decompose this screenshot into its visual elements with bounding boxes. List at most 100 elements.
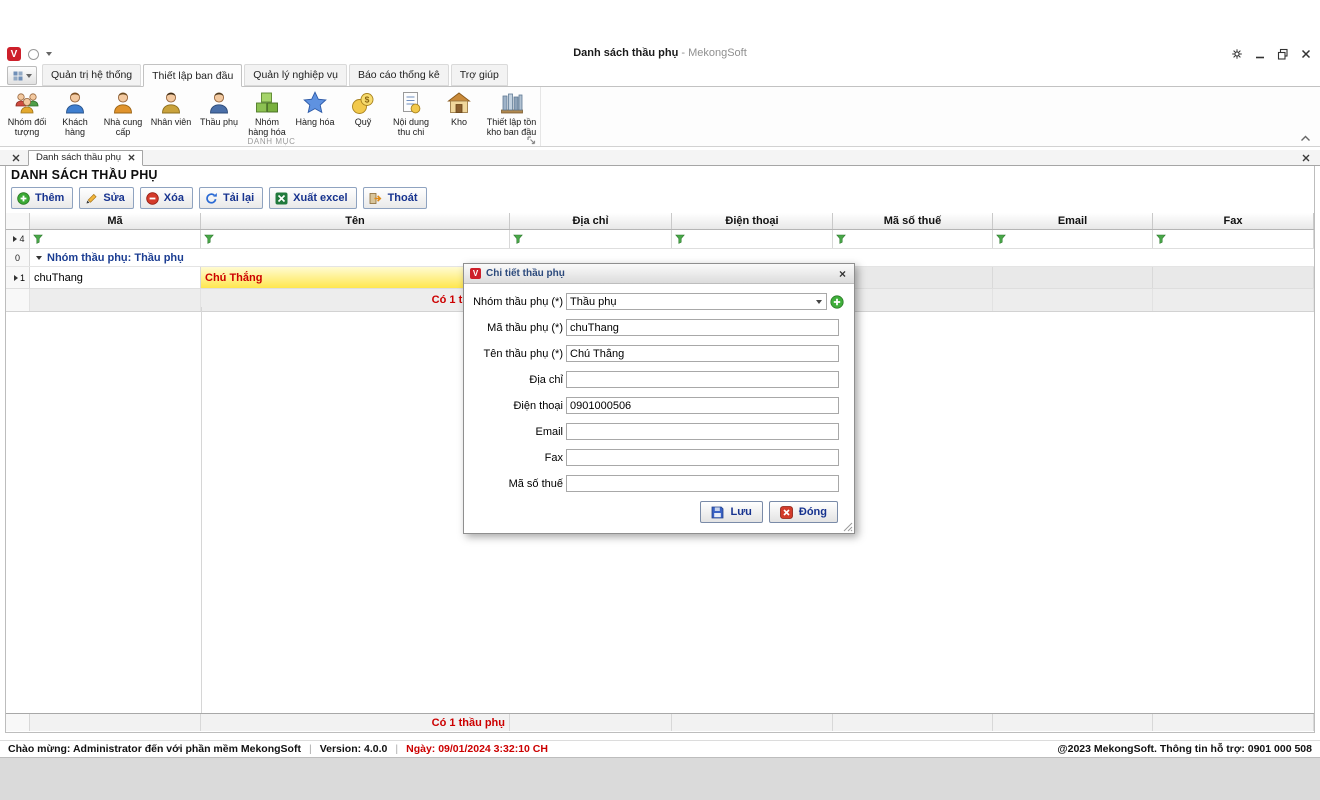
close-document-icon[interactable] [1302,154,1310,162]
filter-cell-ma-so-thue[interactable] [833,230,993,248]
cell-ma[interactable]: chuThang [30,267,201,288]
edit-button[interactable]: Sửa [79,187,133,209]
close-icon[interactable] [1299,47,1313,61]
fax-input[interactable] [566,449,839,466]
grid-footer-row: Có 1 thầu phụ [6,713,1314,731]
ribbon-item-funds[interactable]: $ Quỹ [339,89,387,128]
ribbon-item-subcontractors[interactable]: Thầu phụ [195,89,243,128]
save-button[interactable]: Lưu [700,501,762,523]
ribbon-collapse-icon[interactable] [1300,135,1311,142]
quick-access-caret-icon[interactable] [46,52,52,56]
income-expense-icon [398,90,424,116]
ribbon-item-product-groups[interactable]: Nhóm hàng hóa [243,89,291,138]
ribbon-group-danh-muc: Nhóm đối tượng Khách hàng Nhà cung cấp [3,87,541,146]
cell-ma-so-thue[interactable] [833,267,993,288]
filter-cell-ma[interactable] [30,230,201,248]
window-title-suffix: - MekongSoft [678,47,746,59]
product-groups-icon [254,90,280,116]
add-button[interactable]: Thêm [11,187,73,209]
filter-icon [836,234,846,244]
name-input[interactable] [566,345,839,362]
filter-cell-dien-thoai[interactable] [672,230,833,248]
column-header-fax[interactable]: Fax [1153,213,1314,229]
column-header-dien-thoai[interactable]: Điện thoại [672,213,833,229]
add-button-label: Thêm [35,192,64,204]
ribbon-tab-system-admin[interactable]: Quản trị hệ thống [42,64,141,86]
page-title: DANH SÁCH THẦU PHỤ [11,168,158,182]
initial-stock-icon [499,90,525,116]
app-logo[interactable]: V [7,47,21,61]
group-dialog-launcher-icon[interactable] [527,136,536,145]
restore-icon[interactable] [1276,47,1290,61]
status-copyright: @2023 MekongSoft. Thông tin hỗ trợ: 0901… [1057,743,1320,755]
tax-code-input[interactable] [566,475,839,492]
column-header-ten[interactable]: Tên [201,213,510,229]
export-excel-button[interactable]: Xuất excel [269,187,356,209]
ribbon-item-income-expense[interactable]: Nội dung thu chi [387,89,435,138]
document-tab-label: Danh sách thầu phụ [36,152,121,163]
customize-icon[interactable] [1230,47,1244,61]
column-header-dia-chi[interactable]: Địa chỉ [510,213,672,229]
address-input[interactable] [566,371,839,388]
column-header-ma-so-thue[interactable]: Mã số thuế [833,213,993,229]
footer-dien-thoai [672,714,833,731]
app-menu-button[interactable] [7,66,37,85]
column-header-email[interactable]: Email [993,213,1153,229]
combo-caret-icon[interactable] [816,300,822,304]
ribbon-item-employees[interactable]: Nhân viên [147,89,195,128]
dialog-close-button[interactable]: Đóng [769,501,838,523]
edit-button-label: Sửa [103,192,124,204]
minimize-icon[interactable] [1253,47,1267,61]
exit-button[interactable]: Thoát [363,187,427,209]
ribbon-item-goods[interactable]: Hàng hóa [291,89,339,128]
quick-access-toggle[interactable] [28,49,39,60]
save-button-label: Lưu [730,506,751,518]
group-combo[interactable]: Thầu phụ [566,293,827,310]
dialog-titlebar[interactable]: V Chi tiết thầu phụ × [464,264,854,284]
group-row-indicator: 0 [6,249,30,266]
ribbon-tab-reports[interactable]: Báo cáo thống kê [349,64,449,86]
filter-cell-fax[interactable] [1153,230,1314,248]
window-controls [1230,47,1313,61]
filter-icon [513,234,523,244]
ribbon-item-label: Nhà cung cấp [102,117,144,137]
dialog-close-button-label: Đóng [799,506,827,518]
add-group-icon[interactable] [830,295,844,309]
ribbon-tab-initial-setup[interactable]: Thiết lập ban đầu [143,64,242,87]
filter-cell-email[interactable] [993,230,1153,248]
ribbon-item-label: Khách hàng [54,117,96,137]
ribbon-item-label: Thiết lập tồn kho ban đầu [486,117,537,137]
quick-access-toolbar: V [7,47,52,61]
tab-close-icon[interactable] [128,154,135,161]
column-header-ma[interactable]: Mã [30,213,201,229]
name-field-label: Tên thầu phụ (*) [464,348,563,360]
phone-input[interactable] [566,397,839,414]
dialog-logo: V [470,268,481,279]
ribbon-item-customers[interactable]: Khách hàng [51,89,99,138]
close-all-tabs-icon[interactable] [12,154,20,162]
resize-grip[interactable] [843,522,853,532]
ribbon-item-initial-stock[interactable]: Thiết lập tồn kho ban đầu [483,89,540,138]
reload-button[interactable]: Tải lại [199,187,263,209]
document-tab-subcontractors[interactable]: Danh sách thầu phụ [28,150,143,166]
fax-field-label: Fax [464,452,563,464]
group-collapse-icon[interactable] [36,256,42,260]
email-input[interactable] [566,423,839,440]
code-input[interactable] [566,319,839,336]
status-version: Version: 4.0.0 [320,743,388,755]
dialog-close-icon[interactable]: × [837,268,848,280]
filter-row: 4 [6,230,1314,249]
cell-email[interactable] [993,267,1153,288]
ribbon-item-object-groups[interactable]: Nhóm đối tượng [3,89,51,138]
delete-button[interactable]: Xóa [140,187,193,209]
ribbon-tab-business-management[interactable]: Quản lý nghiệp vụ [244,64,347,86]
cell-fax[interactable] [1153,267,1314,288]
dialog-buttons: Lưu Đóng [464,501,854,523]
filter-cell-dia-chi[interactable] [510,230,672,248]
app-menu-caret-icon [26,74,32,78]
ribbon-tab-help[interactable]: Trợ giúp [451,64,508,86]
ribbon-item-suppliers[interactable]: Nhà cung cấp [99,89,147,138]
group-combo-value: Thầu phụ [570,296,616,308]
filter-cell-ten[interactable] [201,230,510,248]
ribbon-item-warehouse[interactable]: Kho [435,89,483,128]
